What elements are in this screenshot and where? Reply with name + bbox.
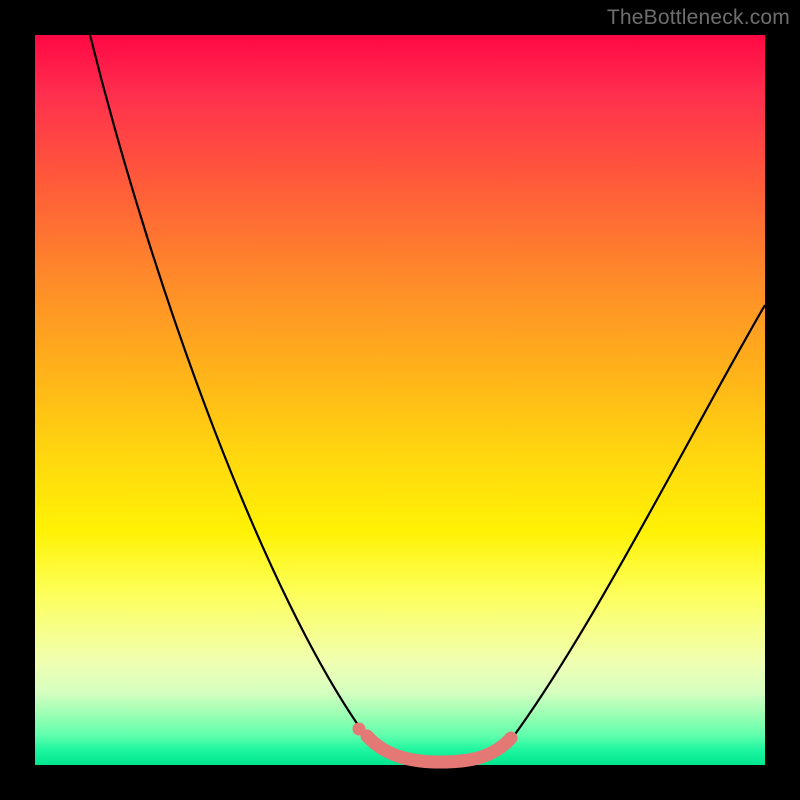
- chart-frame: TheBottleneck.com: [0, 0, 800, 800]
- optimal-start-dot: [353, 723, 366, 736]
- curve-layer: [35, 35, 765, 765]
- bottleneck-curve: [90, 35, 765, 763]
- watermark-source: TheBottleneck.com: [607, 6, 790, 30]
- optimal-range-marker: [367, 736, 511, 762]
